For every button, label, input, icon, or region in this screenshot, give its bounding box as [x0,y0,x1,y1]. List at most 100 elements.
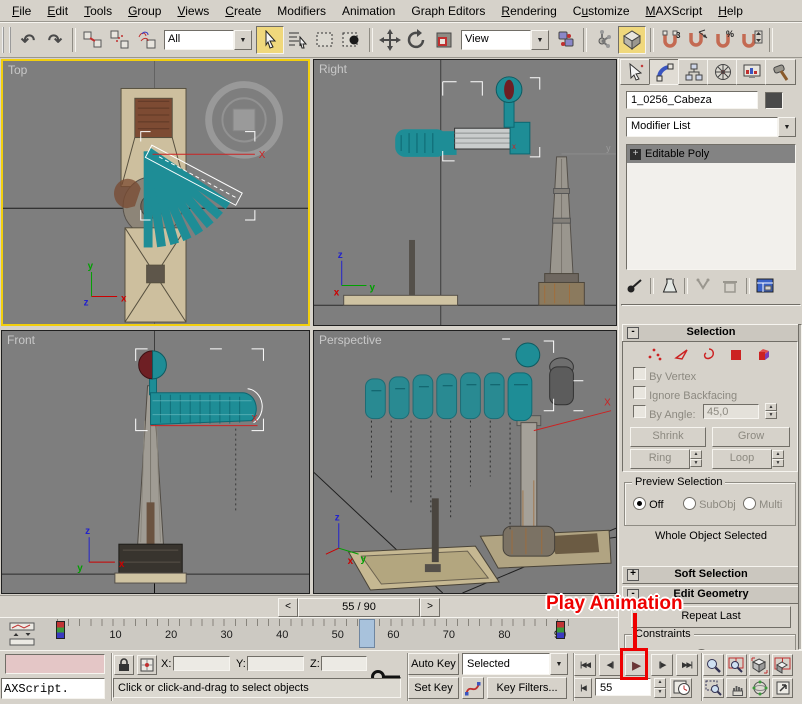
spinner-down-icon[interactable]: ▼ [765,411,777,419]
time-slider-prev-button[interactable]: < [278,598,298,617]
zoom-extents-all-button[interactable] [772,654,793,676]
select-by-name-button[interactable] [285,27,311,53]
edge-mode-icon[interactable] [674,347,690,361]
menu-group[interactable]: Group [120,2,169,20]
track-bar[interactable]: 0102030405060708090 [0,617,618,652]
viewport-front-label[interactable]: Front [7,333,35,347]
remove-modifier-icon[interactable] [717,276,743,296]
spinner-up-icon[interactable]: ▲ [690,450,702,459]
polygon-mode-icon[interactable] [728,347,744,361]
current-frame-indicator[interactable] [359,619,375,648]
current-frame-field[interactable]: 55 [595,678,651,696]
zoom-region-button[interactable] [703,678,724,698]
viewport-top-label[interactable]: Top [8,63,27,77]
collapse-icon[interactable]: - [627,327,639,339]
dropdown-arrow-icon[interactable]: ▼ [550,653,568,675]
absolute-mode-toggle[interactable] [137,655,157,675]
animation-key-marker[interactable] [556,621,565,639]
menu-edit[interactable]: Edit [39,2,76,20]
next-frame-button[interactable]: ||▶ [651,654,673,676]
frame-spinner[interactable]: ▲▼ [654,678,666,698]
time-slider-track[interactable]: < 55 / 90 > [0,595,618,618]
snaps-toggle-button[interactable]: 3 [658,27,684,53]
tab-modify[interactable] [649,59,680,85]
by-vertex-row[interactable]: By Vertex [633,367,696,383]
select-and-scale-button[interactable] [431,27,457,53]
panel-scrollbar[interactable] [798,324,802,650]
grow-button[interactable]: Grow [712,427,790,447]
dropdown-arrow-icon[interactable]: ▼ [234,30,252,50]
time-slider-next-button[interactable]: > [420,598,440,617]
menu-file[interactable]: File [4,2,39,20]
dropdown-arrow-icon[interactable]: ▼ [778,117,796,137]
by-angle-row[interactable]: By Angle: [633,405,696,421]
z-coordinate-field[interactable] [321,656,367,671]
toolbar-drag-handle[interactable] [2,27,11,53]
spinner-down-icon[interactable]: ▼ [690,459,702,468]
menu-views[interactable]: Views [169,2,217,20]
ignore-backfacing-row[interactable]: Ignore Backfacing [633,386,737,402]
menu-create[interactable]: Create [217,2,269,20]
selection-filter-dropdown[interactable]: All ▼ [164,30,252,50]
loop-button[interactable]: Loop [712,449,772,469]
pan-button[interactable] [726,678,747,698]
tab-create[interactable] [620,59,651,85]
element-mode-icon[interactable] [755,347,771,361]
key-mode-toggle[interactable]: |◀ [574,678,592,698]
select-and-link-button[interactable] [80,27,106,53]
by-angle-value-field[interactable]: 45,0 [703,404,759,419]
selection-rollout-header[interactable]: - Selection [622,324,800,342]
spinner-down-icon[interactable]: ▼ [772,459,784,468]
tab-display[interactable] [736,59,767,85]
x-coordinate-field[interactable] [173,656,230,671]
viewport-top[interactable]: Top [1,59,310,326]
expand-icon[interactable]: + [627,569,639,581]
reference-coordinate-system-dropdown[interactable]: View ▼ [461,30,549,50]
set-key-button[interactable]: Set Key [408,677,459,699]
use-pivot-point-center-button[interactable] [553,27,579,53]
viewport-right[interactable]: Right y [313,59,617,326]
maximize-viewport-toggle[interactable] [772,678,793,698]
tab-utilities[interactable] [765,59,796,85]
spinner-up-icon[interactable]: ▲ [765,403,777,411]
open-mini-curve-editor-icon[interactable] [8,621,38,647]
angle-snap-toggle-button[interactable] [685,27,711,53]
menu-customize[interactable]: Customize [565,2,638,20]
modifier-list-dropdown[interactable]: Modifier List ▼ [626,117,796,137]
modifier-stack-list[interactable]: + Editable Poly [626,144,796,270]
menu-maxscript[interactable]: MAXScript [638,2,711,20]
ring-spinner[interactable]: ▲▼ [690,450,702,467]
time-configuration-button[interactable] [670,678,692,698]
spinner-up-icon[interactable]: ▲ [772,450,784,459]
key-filters-button[interactable]: Key Filters... [487,677,567,699]
by-angle-checkbox[interactable] [633,405,646,418]
y-coordinate-field[interactable] [247,656,304,671]
window-crossing-toggle-button[interactable] [339,27,365,53]
rectangular-selection-region-button[interactable] [312,27,338,53]
by-vertex-checkbox[interactable] [633,367,646,380]
selection-set-dropdown[interactable]: Selected ▼ [462,653,568,675]
dropdown-arrow-icon[interactable]: ▼ [531,30,549,50]
viewport-right-label[interactable]: Right [319,62,347,76]
menu-modifiers[interactable]: Modifiers [269,2,334,20]
show-end-result-icon[interactable] [657,276,681,296]
object-color-swatch[interactable] [765,92,783,109]
soft-selection-rollout-header[interactable]: + Soft Selection [622,566,800,584]
previous-frame-button[interactable]: ◀|| [599,654,621,676]
bind-to-space-warp-button[interactable] [134,27,160,53]
menu-help[interactable]: Help [710,2,751,20]
spinner-up-icon[interactable]: ▲ [654,678,666,688]
auto-key-button[interactable]: Auto Key [408,653,459,675]
tab-motion[interactable] [707,59,738,85]
preview-off-radio[interactable]: Off [633,497,664,511]
border-mode-icon[interactable] [701,347,717,361]
by-angle-spinner[interactable]: ▲▼ [765,403,777,419]
viewport-front[interactable]: Front [1,330,310,594]
menu-animation[interactable]: Animation [334,2,403,20]
stack-expand-icon[interactable]: + [630,149,641,160]
percent-snap-toggle-button[interactable]: % [712,27,738,53]
select-object-button[interactable] [256,26,284,54]
object-name-field[interactable]: 1_0256_Cabeza [626,91,758,109]
spinner-down-icon[interactable]: ▼ [654,688,666,698]
select-and-move-button[interactable] [377,27,403,53]
